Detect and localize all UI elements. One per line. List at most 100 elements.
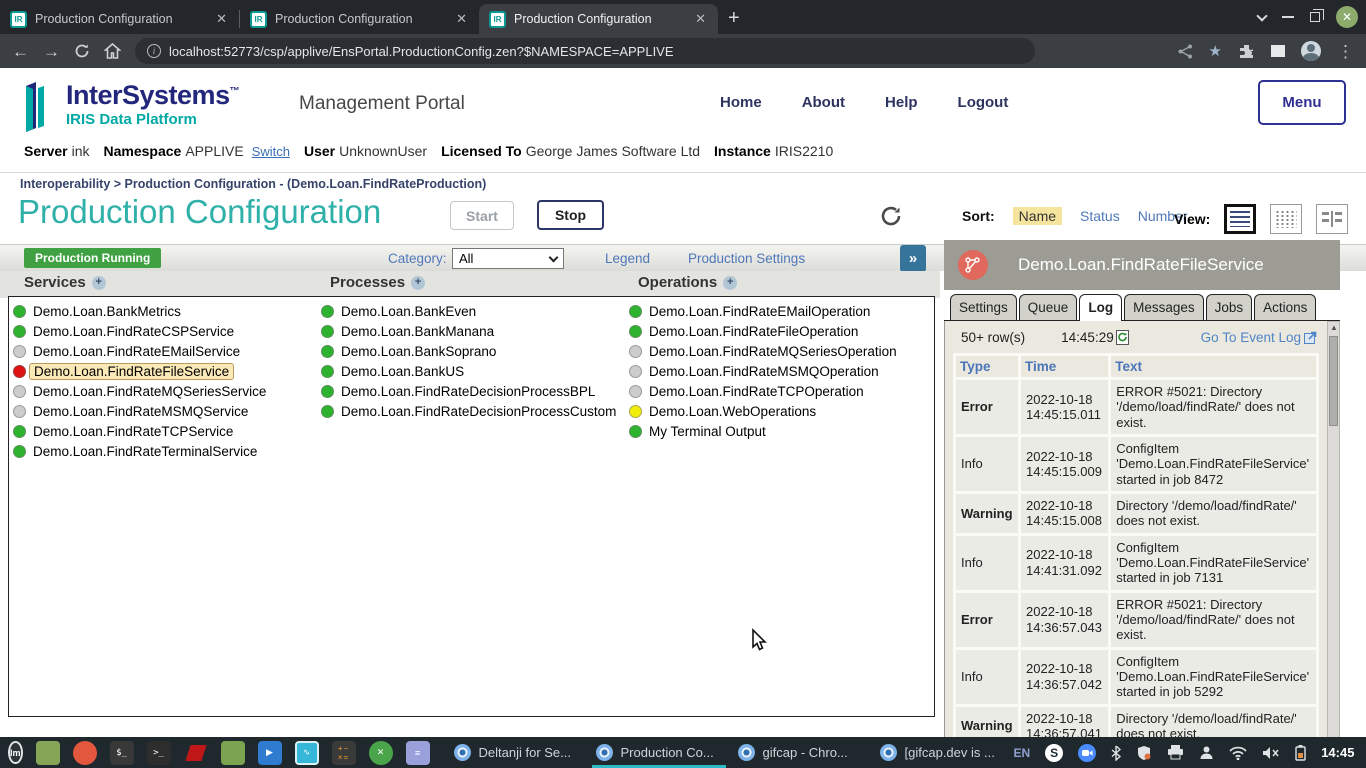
address-bar[interactable]: i localhost:52773/csp/applive/EnsPortal.… — [135, 38, 1035, 64]
log-row[interactable]: Info 2022-10-1814:36:57.042 ConfigItem '… — [956, 650, 1316, 704]
restore-icon[interactable] — [1310, 12, 1320, 22]
switch-namespace-link[interactable]: Switch — [252, 144, 290, 159]
mint-menu-icon[interactable]: lm — [8, 741, 23, 764]
tab-settings[interactable]: Settings — [950, 294, 1017, 320]
operation-item[interactable]: Demo.Loan.FindRateMQSeriesOperation — [629, 341, 897, 361]
list-view-icon[interactable] — [1224, 204, 1256, 234]
clock[interactable]: 14:45 — [1321, 745, 1354, 760]
service-item[interactable]: Demo.Loan.BankMetrics — [13, 301, 266, 321]
wifi-icon[interactable] — [1229, 746, 1247, 760]
operation-item[interactable]: Demo.Loan.FindRateFileOperation — [629, 321, 897, 341]
add-process-icon[interactable]: + — [411, 276, 425, 290]
service-item[interactable]: Demo.Loan.FindRateMSMQService — [13, 401, 266, 421]
category-select[interactable]: All — [452, 248, 564, 269]
service-item[interactable]: Demo.Loan.FindRateEMailService — [13, 341, 266, 361]
log-row[interactable]: Error 2022-10-1814:45:15.011 ERROR #5021… — [956, 380, 1316, 434]
tab-actions[interactable]: Actions — [1254, 294, 1316, 320]
window-button-gifcap-dev[interactable]: [gifcap.dev is ... — [872, 737, 1014, 768]
nav-logout-link[interactable]: Logout — [958, 94, 1009, 111]
calculator-icon[interactable]: +−×= — [332, 741, 356, 765]
close-tab-icon[interactable]: ✕ — [214, 11, 229, 27]
nav-help-link[interactable]: Help — [885, 94, 918, 111]
vscode-icon[interactable]: ▶ — [258, 741, 282, 765]
site-info-icon[interactable]: i — [147, 44, 161, 58]
production-settings-link[interactable]: Production Settings — [688, 251, 805, 266]
printer-icon[interactable] — [1167, 745, 1184, 760]
url-text[interactable]: localhost:52773/csp/applive/EnsPortal.Pr… — [169, 44, 674, 59]
vertical-scroll-thumb[interactable] — [1329, 336, 1338, 426]
home-icon[interactable] — [104, 43, 121, 59]
log-row[interactable]: Info 2022-10-1814:41:31.092 ConfigItem '… — [956, 536, 1316, 590]
service-item[interactable]: Demo.Loan.FindRateMQSeriesService — [13, 381, 266, 401]
process-item[interactable]: Demo.Loan.FindRateDecisionProcessBPL — [321, 381, 616, 401]
new-tab-button[interactable]: + — [728, 7, 740, 30]
go-to-event-log-link[interactable]: Go To Event Log — [1201, 330, 1317, 345]
green-x-app-icon[interactable]: ✕ — [369, 741, 393, 765]
close-tab-icon[interactable]: ✕ — [693, 11, 708, 27]
window-button-gifcap[interactable]: gifcap - Chro... — [730, 737, 872, 768]
security-shield-icon[interactable] — [1136, 745, 1152, 761]
service-item[interactable]: Demo.Loan.FindRateTerminalService — [13, 441, 266, 461]
terminal-alt-icon[interactable]: >_ — [147, 741, 171, 765]
nav-home-link[interactable]: Home — [720, 94, 762, 111]
panel-vertical-scrollbar[interactable]: ▲ ▼ — [1327, 321, 1340, 768]
software-manager-icon[interactable] — [73, 741, 97, 765]
browser-tab-1[interactable]: IR Production Configuration ✕ — [0, 4, 239, 34]
tab-jobs[interactable]: Jobs — [1206, 294, 1253, 320]
skype-icon[interactable]: S — [1045, 744, 1063, 762]
side-panel-icon[interactable] — [1271, 45, 1285, 57]
operation-item[interactable]: Demo.Loan.FindRateMSMQOperation — [629, 361, 897, 381]
user-icon[interactable] — [1199, 745, 1214, 760]
browser-tab-3-active[interactable]: IR Production Configuration ✕ — [479, 4, 718, 34]
bluetooth-icon[interactable] — [1111, 745, 1121, 761]
col-type[interactable]: Type — [956, 356, 1018, 377]
zoom-icon[interactable] — [1078, 744, 1096, 762]
process-item[interactable]: Demo.Loan.FindRateDecisionProcessCustom — [321, 401, 616, 421]
log-row[interactable]: Error 2022-10-1814:36:57.043 ERROR #5021… — [956, 593, 1316, 647]
col-text[interactable]: Text — [1111, 356, 1316, 377]
share-icon[interactable] — [1178, 44, 1193, 59]
split-view-icon[interactable] — [1316, 204, 1348, 234]
show-desktop-icon[interactable] — [36, 741, 60, 765]
add-operation-icon[interactable]: + — [723, 276, 737, 290]
tab-log[interactable]: Log — [1079, 294, 1122, 321]
operation-item[interactable]: My Terminal Output — [629, 421, 897, 441]
minimize-icon[interactable] — [1282, 16, 1294, 18]
breadcrumb[interactable]: Interoperability > Production Configurat… — [20, 177, 486, 191]
sort-by-name[interactable]: Name — [1013, 207, 1062, 225]
refresh-page-icon[interactable] — [1116, 330, 1129, 345]
window-button-deltanji[interactable]: Deltanji for Se... — [446, 737, 588, 768]
battery-icon[interactable] — [1295, 745, 1306, 761]
volume-muted-icon[interactable] — [1262, 746, 1280, 760]
red-app-icon[interactable] — [184, 741, 208, 765]
tab-search-chevron-icon[interactable] — [1256, 10, 1267, 21]
profile-avatar[interactable] — [1301, 41, 1321, 61]
add-service-icon[interactable]: + — [92, 276, 106, 290]
window-button-production-active[interactable]: Production Co... — [588, 737, 730, 768]
close-tab-icon[interactable]: ✕ — [454, 11, 469, 27]
process-item[interactable]: Demo.Loan.BankUS — [321, 361, 616, 381]
operation-item[interactable]: Demo.Loan.FindRateTCPOperation — [629, 381, 897, 401]
refresh-spinner-icon[interactable] — [879, 204, 903, 228]
process-item[interactable]: Demo.Loan.BankEven — [321, 301, 616, 321]
operation-item[interactable]: Demo.Loan.FindRateEMailOperation — [629, 301, 897, 321]
operation-item[interactable]: Demo.Loan.WebOperations — [629, 401, 897, 421]
start-button[interactable]: Start — [450, 201, 514, 230]
browser-tab-2[interactable]: IR Production Configuration ✕ — [240, 4, 479, 34]
service-item[interactable]: Demo.Loan.FindRateCSPService — [13, 321, 266, 341]
log-row[interactable]: Info 2022-10-1814:45:15.009 ConfigItem '… — [956, 437, 1316, 491]
grid-view-icon[interactable] — [1270, 204, 1302, 234]
notes-icon[interactable]: ≡ — [406, 741, 430, 765]
back-icon[interactable]: ← — [12, 43, 29, 60]
scroll-up-icon[interactable]: ▲ — [1330, 324, 1338, 332]
nav-about-link[interactable]: About — [802, 94, 845, 111]
menu-button[interactable]: Menu — [1258, 80, 1346, 125]
browser-menu-kebab-icon[interactable]: ⋮ — [1337, 43, 1354, 60]
legend-link[interactable]: Legend — [605, 251, 650, 266]
stop-button[interactable]: Stop — [537, 200, 604, 230]
system-monitor-icon[interactable]: ∿ — [295, 741, 319, 765]
extensions-puzzle-icon[interactable] — [1238, 43, 1255, 60]
tab-messages[interactable]: Messages — [1124, 294, 1204, 320]
sort-by-status[interactable]: Status — [1080, 208, 1120, 224]
terminal-icon[interactable]: $_ — [110, 741, 134, 765]
